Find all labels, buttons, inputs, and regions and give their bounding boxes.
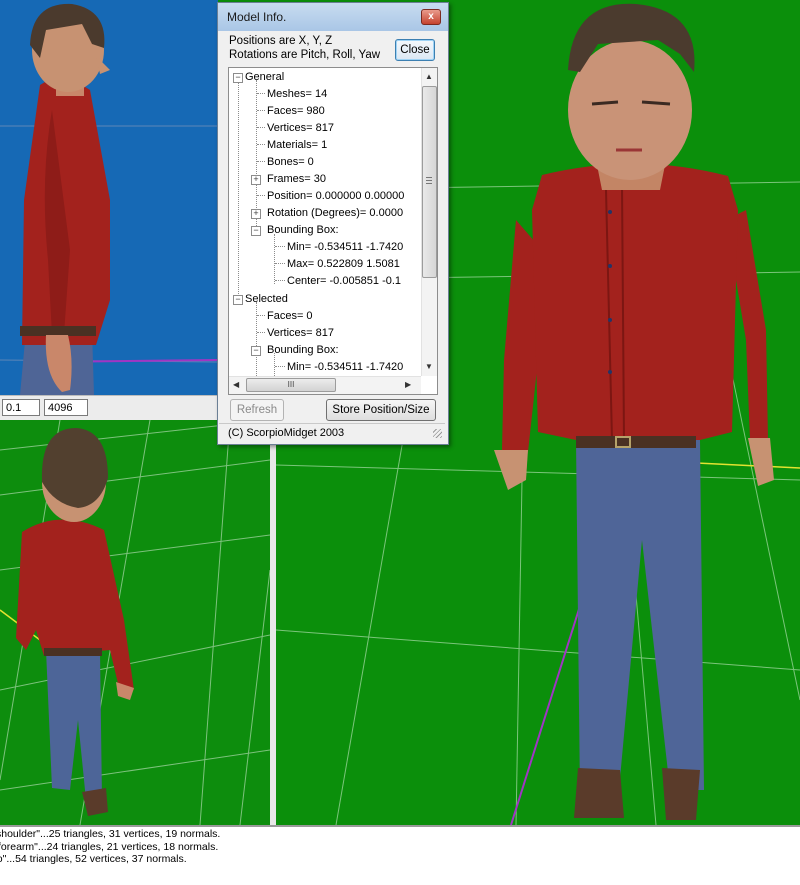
near-plane-field[interactable]: 0.1 (2, 399, 40, 416)
near-far-fields: 0.1 4096 (0, 395, 218, 421)
tree-node-bbox-max[interactable]: Max= 0.522809 1.5081 (287, 256, 400, 272)
tree-guide (257, 332, 265, 333)
collapse-icon[interactable]: − (251, 226, 261, 236)
expand-icon[interactable]: + (251, 175, 261, 185)
tree-guide (257, 110, 265, 111)
store-position-size-button[interactable]: Store Position/Size (326, 399, 436, 421)
viewport-perspective-small[interactable] (0, 420, 270, 825)
collapse-icon[interactable]: − (251, 346, 261, 356)
tree-node-bones[interactable]: Bones= 0 (267, 154, 314, 170)
model-info-tree[interactable]: − General Meshes= 14 Faces= 980 Vertices… (228, 67, 438, 395)
tree-guide (275, 280, 285, 281)
dialog-titlebar[interactable]: Model Info. x (218, 3, 448, 31)
tree-node-rotation[interactable]: Rotation (Degrees)= 0.0000 (267, 205, 403, 221)
tree-node-general[interactable]: General (245, 69, 284, 85)
tree-node-bounding-box[interactable]: Bounding Box: (267, 222, 339, 238)
tree-guide (238, 80, 239, 302)
tree-guide (257, 93, 265, 94)
tree-guide (257, 315, 265, 316)
vertical-scroll-thumb[interactable] (422, 86, 437, 278)
tree-guide (257, 127, 265, 128)
collapse-icon[interactable]: − (233, 295, 243, 305)
tree-node-vertices[interactable]: Vertices= 817 (267, 120, 334, 136)
tree-node-bbox-min[interactable]: Min= -0.534511 -1.7420 (287, 239, 403, 255)
close-button[interactable]: Close (395, 39, 435, 61)
log-line: rso"...54 triangles, 52 vertices, 37 nor… (0, 853, 187, 865)
dialog-status-bar: (C) ScorpioMidget 2003 (219, 423, 445, 441)
tree-node-selected-bbox-min[interactable]: Min= -0.534511 -1.7420 (287, 359, 403, 375)
tree-node-meshes[interactable]: Meshes= 14 (267, 86, 327, 102)
tree-guide (274, 234, 275, 284)
tree-guide (257, 161, 265, 162)
hint-positions: Positions are X, Y, Z (229, 35, 333, 47)
far-plane-field[interactable]: 4096 (44, 399, 88, 416)
close-icon[interactable]: x (421, 9, 441, 25)
refresh-button[interactable]: Refresh (230, 399, 284, 421)
horizontal-scroll-thumb[interactable]: III (246, 378, 336, 392)
perspective-small-render (0, 420, 270, 825)
dialog-title: Model Info. (227, 10, 287, 24)
collapse-icon[interactable]: − (233, 73, 243, 83)
tree-node-bbox-center[interactable]: Center= -0.005851 -0.1 (287, 273, 401, 289)
expand-icon[interactable]: + (251, 209, 261, 219)
tree-node-faces[interactable]: Faces= 980 (267, 103, 325, 119)
tree-guide (257, 144, 265, 145)
tree-node-materials[interactable]: Materials= 1 (267, 137, 327, 153)
log-line: shoulder"...25 triangles, 31 vertices, 1… (0, 828, 221, 840)
scroll-up-icon[interactable]: ▲ (425, 72, 433, 81)
scroll-left-icon[interactable]: ◀ (233, 380, 239, 389)
log-output: shoulder"...25 triangles, 31 vertices, 1… (0, 825, 800, 885)
tree-node-selected-vertices[interactable]: Vertices= 817 (267, 325, 334, 341)
tree-guide (275, 246, 285, 247)
copyright-text: (C) ScorpioMidget 2003 (228, 427, 345, 439)
scroll-down-icon[interactable]: ▼ (425, 362, 433, 371)
hint-rotations: Rotations are Pitch, Roll, Yaw (229, 49, 381, 61)
tree-node-selected-faces[interactable]: Faces= 0 (267, 308, 313, 324)
scroll-right-icon[interactable]: ▶ (405, 380, 411, 389)
tree-guide (275, 366, 285, 367)
tree-node-selected-bounding-box[interactable]: Bounding Box: (267, 342, 339, 358)
tree-guide (257, 195, 265, 196)
tree-guide (275, 263, 285, 264)
resize-grip-icon[interactable] (433, 429, 442, 438)
log-line: forearm"...24 triangles, 21 vertices, 18… (0, 840, 219, 853)
tree-node-selected[interactable]: Selected (245, 291, 288, 307)
tree-node-position[interactable]: Position= 0.000000 0.00000 (267, 188, 404, 204)
tree-node-frames[interactable]: Frames= 30 (267, 171, 326, 187)
tree-guide (256, 302, 257, 376)
model-info-dialog: Model Info. x Positions are X, Y, Z Rota… (217, 2, 449, 445)
side-view-render (0, 3, 218, 395)
viewport-side[interactable] (0, 0, 218, 395)
